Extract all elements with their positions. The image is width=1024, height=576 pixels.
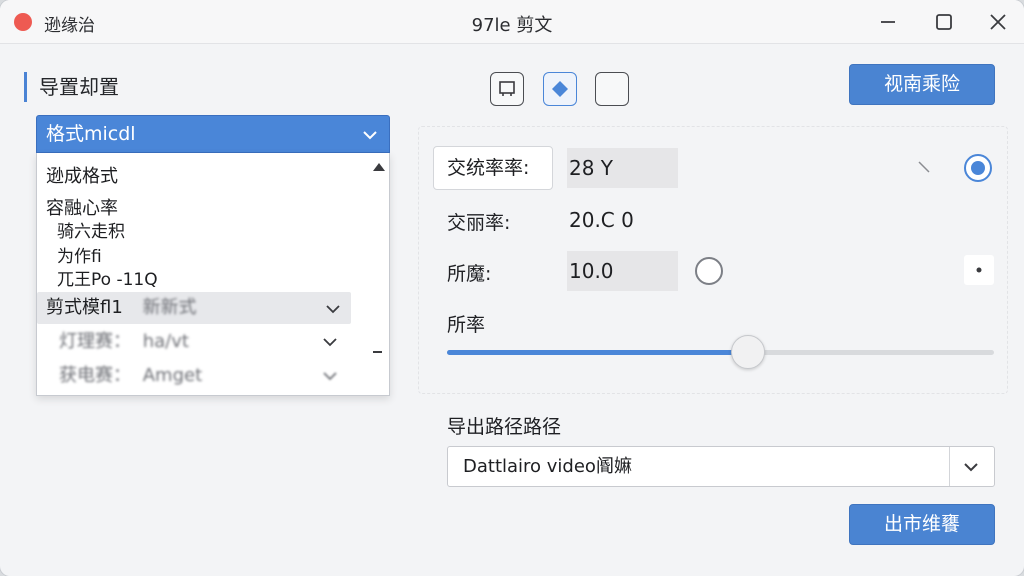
chevron-down-icon (323, 338, 337, 347)
frame-icon (499, 81, 515, 96)
format-dropdown-value: 格式micdl (46, 123, 136, 145)
dropdown-row-label: 剪式模fl1 (46, 297, 123, 318)
dropdown-option[interactable]: 骑六走积 (57, 217, 125, 242)
format-dropdown[interactable]: 格式micdl (36, 115, 390, 153)
bitrate-value[interactable]: 28 Y (567, 148, 678, 188)
scrollbar-thumb[interactable] (373, 351, 382, 353)
square-tool-button[interactable] (595, 72, 629, 106)
dropdown-row-label: 获电赛： (59, 365, 131, 386)
app-name: 逊缘治 (44, 16, 95, 36)
scroll-up-arrow-icon[interactable] (373, 163, 385, 171)
dropdown-option[interactable]: 为作fi (57, 242, 102, 267)
export-path-select[interactable]: Dattlairo video阍嫲 (447, 446, 995, 487)
dropdown-row[interactable]: 灯理赛： ha/vt (37, 326, 351, 358)
diamond-icon (552, 81, 568, 97)
dropdown-option[interactable]: 兀王Po -11Q (57, 265, 158, 290)
resize-handle-icon[interactable] (917, 160, 931, 174)
bitrate-label: 交统率率: (433, 146, 553, 190)
minimize-icon (881, 21, 895, 23)
format-dropdown-list: 逊成格式 容融心率 骑六走积 为作fi 兀王Po -11Q 剪式模fl1 新新式… (36, 153, 390, 396)
app-window: 逊缘治 97le 剪文 导置却置 格式micdl 逊成格式 容融心率 骑六走积 … (0, 0, 1024, 576)
dropdown-row[interactable]: 剪式模fl1 新新式 (37, 292, 351, 324)
close-icon (990, 14, 1006, 30)
dropdown-row-value: ha/vt (142, 331, 189, 352)
dropdown-option[interactable]: 逊成格式 (46, 162, 118, 188)
rate-slider[interactable] (447, 335, 994, 369)
rate-value[interactable]: 20.C 0 (567, 200, 687, 240)
maximize-icon (936, 14, 952, 30)
maximize-button[interactable] (927, 6, 961, 38)
dropdown-row-value: Amget (142, 365, 203, 386)
export-button[interactable]: 出市维饔 (849, 504, 995, 545)
dropdown-row-label: 灯理赛： (59, 331, 131, 352)
minimize-button[interactable] (871, 6, 905, 38)
chevron-down-icon (323, 372, 337, 381)
close-button[interactable] (981, 6, 1015, 38)
close-dot-icon[interactable] (14, 13, 32, 31)
slider-fill (447, 350, 748, 355)
bitrate-radio[interactable] (964, 154, 992, 182)
quality-label: 所魔: (447, 263, 492, 285)
slider-label: 所率 (447, 314, 486, 336)
rate-label: 交丽率: (447, 212, 511, 234)
export-path-value: Dattlairo video阍嫲 (463, 456, 632, 477)
title-bar: 逊缘治 97le 剪文 (0, 0, 1024, 44)
section-title: 导置却置 (24, 72, 119, 102)
diamond-tool-button[interactable] (543, 72, 577, 106)
select-divider (949, 447, 950, 486)
dropdown-row[interactable]: 获电赛： Amget (37, 360, 351, 392)
dot-icon (976, 267, 982, 273)
chevron-down-icon (363, 131, 377, 140)
slider-handle[interactable] (730, 335, 765, 369)
quality-radio[interactable] (695, 257, 723, 285)
chevron-down-icon (964, 463, 978, 472)
frame-tool-button[interactable] (490, 72, 524, 106)
dropdown-row-value: 新新式 (142, 297, 197, 318)
quality-value[interactable]: 10.0 (567, 251, 678, 291)
dot-chip[interactable] (964, 255, 994, 285)
export-path-label: 导出路径路径 (447, 416, 562, 438)
preview-button[interactable]: 视南乘险 (849, 64, 995, 105)
square-icon (603, 80, 621, 98)
chevron-down-icon (326, 305, 340, 314)
